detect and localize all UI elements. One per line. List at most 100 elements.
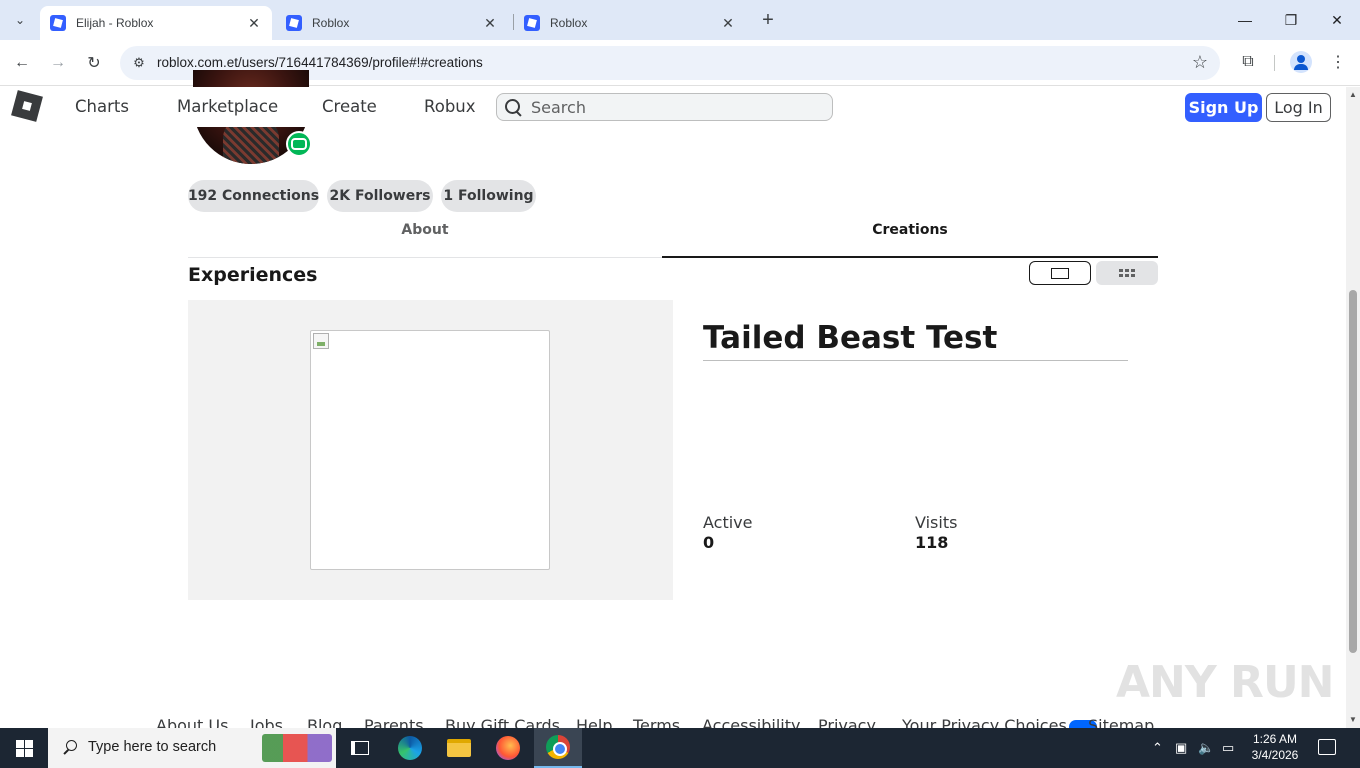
back-arrow-icon[interactable]: ← xyxy=(10,51,34,75)
windows-taskbar: Type here to search ⌃ ▣ 🔈 ▭ 1:26 AM 3/4/… xyxy=(0,728,1360,768)
taskbar-clock[interactable]: 1:26 AM 3/4/2026 xyxy=(1244,731,1306,763)
footer-link-about[interactable]: About Us xyxy=(156,716,228,728)
roblox-logo-icon[interactable] xyxy=(11,90,43,122)
visits-value: 118 xyxy=(915,533,949,552)
folder-icon xyxy=(447,739,471,757)
browser-tab-strip: ⌄ Elijah - Roblox ✕ Roblox ✕ Roblox ✕ + … xyxy=(0,0,1360,40)
tab-title: Elijah - Roblox xyxy=(76,16,154,30)
taskbar-search-box[interactable]: Type here to search xyxy=(48,728,336,768)
experience-thumbnail[interactable] xyxy=(310,330,550,570)
browser-tab-elijah[interactable]: Elijah - Roblox ✕ xyxy=(40,6,272,40)
footer-link-terms[interactable]: Terms xyxy=(633,716,680,728)
privacy-choices-label: Your Privacy Choices xyxy=(902,716,1067,728)
footer-link-privacy[interactable]: Privacy xyxy=(818,716,876,728)
in-game-status-icon xyxy=(286,131,312,157)
experiences-heading: Experiences xyxy=(188,264,318,286)
log-in-button[interactable]: Log In xyxy=(1266,93,1331,122)
following-pill[interactable]: 1 Following xyxy=(441,180,536,212)
url-text[interactable]: roblox.com.et/users/716441784369/profile… xyxy=(157,55,483,70)
roblox-favicon-icon xyxy=(50,15,66,31)
footer-link-parents[interactable]: Parents xyxy=(364,716,424,728)
tray-volume-icon[interactable]: 🔈 xyxy=(1198,740,1214,756)
page-scrollbar[interactable]: ▲ ▼ xyxy=(1346,87,1360,728)
extensions-puzzle-icon[interactable]: ⧉ xyxy=(1237,51,1259,73)
clock-time: 1:26 AM xyxy=(1252,732,1298,746)
nav-charts[interactable]: Charts xyxy=(75,97,129,116)
browser-menu-icon[interactable]: ⋮ xyxy=(1330,51,1346,73)
scroll-down-arrow-icon[interactable]: ▼ xyxy=(1349,716,1357,724)
reload-icon[interactable]: ↻ xyxy=(82,51,106,75)
new-tab-button[interactable]: + xyxy=(756,8,780,32)
browser-tab-roblox-2[interactable]: Roblox ✕ xyxy=(514,6,746,40)
tab-search-chevron-icon[interactable]: ⌄ xyxy=(8,8,32,32)
experience-title[interactable]: Tailed Beast Test xyxy=(703,320,1128,361)
connections-pill[interactable]: 192 Connections xyxy=(188,180,319,212)
scroll-up-arrow-icon[interactable]: ▲ xyxy=(1349,91,1357,99)
taskbar-edge[interactable] xyxy=(386,728,434,768)
bookmark-star-icon[interactable]: ☆ xyxy=(1192,52,1208,73)
tray-meet-icon[interactable]: ▣ xyxy=(1175,740,1187,756)
nav-robux[interactable]: Robux xyxy=(424,97,476,116)
taskbar-firefox[interactable] xyxy=(484,728,532,768)
visits-label: Visits xyxy=(915,513,958,532)
tab-creations[interactable]: Creations xyxy=(662,222,1158,258)
footer-links: About Us Jobs Blog Parents Buy Gift Card… xyxy=(0,714,1346,728)
footer-link-jobs[interactable]: Jobs xyxy=(250,716,283,728)
toolbar-divider xyxy=(1274,55,1275,71)
broken-image-icon xyxy=(313,333,329,349)
search-icon xyxy=(503,97,523,117)
notifications-icon[interactable] xyxy=(1318,739,1336,755)
tab-title: Roblox xyxy=(550,16,588,30)
search-highlight-gifts-icon xyxy=(262,734,332,762)
site-info-icon[interactable]: ⚙ xyxy=(130,54,148,72)
roblox-favicon-icon xyxy=(286,15,302,31)
profile-avatar-icon[interactable] xyxy=(1290,51,1312,73)
slideshow-view-toggle[interactable] xyxy=(1029,261,1091,285)
tab-title: Roblox xyxy=(312,16,350,30)
grid-view-toggle[interactable] xyxy=(1096,261,1158,285)
taskbar-chrome[interactable] xyxy=(534,728,582,768)
windows-logo-icon xyxy=(15,739,33,757)
footer-link-blog[interactable]: Blog xyxy=(307,716,342,728)
taskbar-file-explorer[interactable] xyxy=(435,728,483,768)
tab-close-icon[interactable]: ✕ xyxy=(246,15,262,32)
active-label: Active xyxy=(703,513,753,532)
footer-link-help[interactable]: Help xyxy=(576,716,612,728)
footer-link-sitemap[interactable]: Sitemap xyxy=(1088,716,1154,728)
footer-link-gift-cards[interactable]: Buy Gift Cards xyxy=(445,716,560,728)
tray-network-icon[interactable]: ▭ xyxy=(1222,740,1234,756)
taskbar-search-placeholder: Type here to search xyxy=(88,739,217,755)
sign-up-button[interactable]: Sign Up xyxy=(1185,93,1262,122)
edge-icon xyxy=(398,736,422,760)
forward-arrow-icon[interactable]: → xyxy=(46,51,70,75)
restore-button[interactable]: ❐ xyxy=(1268,0,1314,40)
footer-link-accessibility[interactable]: Accessibility xyxy=(702,716,800,728)
roblox-header: Charts Marketplace Create Robux Search S… xyxy=(0,87,1346,127)
scrollbar-thumb[interactable] xyxy=(1349,290,1357,653)
search-placeholder: Search xyxy=(531,98,586,117)
tab-close-icon[interactable]: ✕ xyxy=(482,15,498,32)
roblox-favicon-icon xyxy=(524,15,540,31)
active-value: 0 xyxy=(703,533,715,552)
chrome-icon xyxy=(546,735,570,759)
minimize-button[interactable]: — xyxy=(1222,0,1268,40)
firefox-icon xyxy=(496,736,520,760)
followers-pill[interactable]: 2K Followers xyxy=(327,180,433,212)
nav-create[interactable]: Create xyxy=(322,97,377,116)
grid-icon xyxy=(1119,269,1135,277)
start-button[interactable] xyxy=(0,728,48,768)
browser-tab-roblox-1[interactable]: Roblox ✕ xyxy=(276,6,508,40)
tray-chevron-up-icon[interactable]: ⌃ xyxy=(1152,740,1163,756)
experience-card[interactable] xyxy=(188,300,673,600)
task-view-icon xyxy=(351,741,369,755)
clock-date: 3/4/2026 xyxy=(1251,748,1299,762)
anyrun-watermark: ANY RUN xyxy=(1116,657,1334,708)
search-icon xyxy=(62,740,78,756)
task-view-button[interactable] xyxy=(336,728,384,768)
tab-close-icon[interactable]: ✕ xyxy=(720,15,736,32)
footer-link-privacy-choices[interactable]: Your Privacy Choices xyxy=(902,716,1097,728)
window-close-button[interactable]: ✕ xyxy=(1314,0,1360,40)
nav-marketplace[interactable]: Marketplace xyxy=(177,97,278,116)
tab-about[interactable]: About xyxy=(188,222,662,258)
search-input[interactable]: Search xyxy=(496,93,833,121)
